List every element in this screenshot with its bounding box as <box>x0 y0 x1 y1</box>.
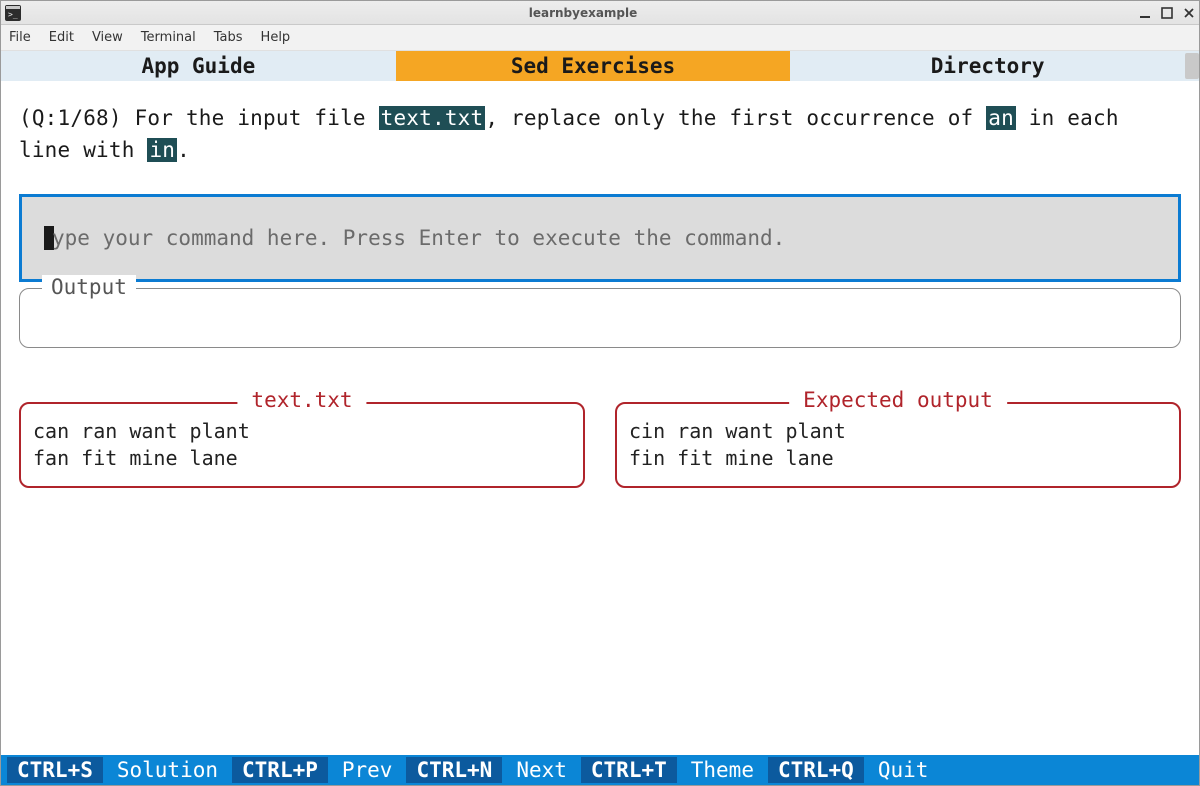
tab-sed-exercises[interactable]: Sed Exercises <box>396 51 791 81</box>
question-target: an <box>986 106 1016 130</box>
menu-help[interactable]: Help <box>261 30 291 45</box>
question-replacement: in <box>147 138 177 162</box>
tab-directory[interactable]: Directory <box>790 51 1185 81</box>
tabs-row: App Guide Sed Exercises Directory <box>1 51 1199 81</box>
menu-terminal[interactable]: Terminal <box>141 30 196 45</box>
window-titlebar[interactable]: >_ learnbyexample <box>1 1 1199 25</box>
shortcut-label-theme[interactable]: Theme <box>677 758 768 782</box>
window-close-button[interactable] <box>1183 7 1195 19</box>
shortcut-key-theme[interactable]: CTRL+T <box>581 757 677 783</box>
menu-tabs[interactable]: Tabs <box>214 30 243 45</box>
terminal-icon: >_ <box>5 5 21 21</box>
exercise-body: (Q:1/68) For the input file text.txt, re… <box>1 81 1199 755</box>
shortcut-key-next[interactable]: CTRL+N <box>406 757 502 783</box>
question-mid1: , replace only the first occurrence of <box>485 106 986 130</box>
app-window: >_ learnbyexample File Edit View Termina… <box>0 0 1200 786</box>
tabs-scrollbar[interactable] <box>1185 51 1199 81</box>
expected-output-title: Expected output <box>789 388 1007 412</box>
output-box: Output <box>19 288 1181 348</box>
window-title: learnbyexample <box>27 6 1139 20</box>
menu-file[interactable]: File <box>9 30 31 45</box>
output-label: Output <box>42 275 136 299</box>
question-filename: text.txt <box>379 106 486 130</box>
input-file-lines: can ran want plant fan fit mine lane <box>33 418 571 472</box>
expected-output-lines: cin ran want plant fin fit mine lane <box>629 418 1167 472</box>
input-file-panel: text.txt can ran want plant fan fit mine… <box>19 402 585 488</box>
shortcut-key-solution[interactable]: CTRL+S <box>7 757 103 783</box>
question-prefix: (Q:1/68) For the input file <box>19 106 379 130</box>
question-text: (Q:1/68) For the input file text.txt, re… <box>19 103 1181 166</box>
scrollbar-thumb[interactable] <box>1185 53 1199 79</box>
menu-view[interactable]: View <box>92 30 123 45</box>
shortcut-key-quit[interactable]: CTRL+Q <box>768 757 864 783</box>
svg-text:>_: >_ <box>8 10 18 19</box>
shortcut-label-next[interactable]: Next <box>502 758 581 782</box>
window-minimize-button[interactable] <box>1139 7 1151 19</box>
footer-shortcuts: CTRL+S Solution CTRL+P Prev CTRL+N Next … <box>1 755 1199 785</box>
command-input[interactable]: ype your command here. Press Enter to ex… <box>19 194 1181 282</box>
shortcut-label-prev[interactable]: Prev <box>328 758 407 782</box>
shortcut-label-solution[interactable]: Solution <box>103 758 232 782</box>
output-text <box>20 289 1180 309</box>
question-suffix: . <box>177 138 190 162</box>
menu-edit[interactable]: Edit <box>49 30 74 45</box>
app-content: App Guide Sed Exercises Directory (Q:1/6… <box>1 51 1199 785</box>
tab-app-guide[interactable]: App Guide <box>1 51 396 81</box>
expected-output-panel: Expected output cin ran want plant fin f… <box>615 402 1181 488</box>
input-file-title: text.txt <box>237 388 366 412</box>
shortcut-key-prev[interactable]: CTRL+P <box>232 757 328 783</box>
file-panels: text.txt can ran want plant fan fit mine… <box>19 402 1181 488</box>
command-input-placeholder: ype your command here. Press Enter to ex… <box>52 226 785 250</box>
shortcut-label-quit[interactable]: Quit <box>864 758 943 782</box>
menu-bar: File Edit View Terminal Tabs Help <box>1 25 1199 51</box>
window-maximize-button[interactable] <box>1161 7 1173 19</box>
